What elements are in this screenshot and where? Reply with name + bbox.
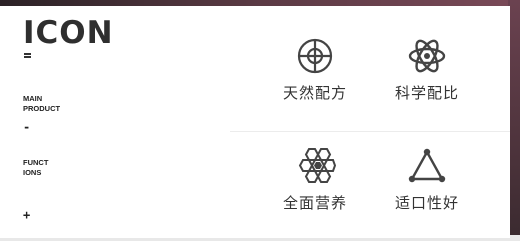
target-crosshair-icon — [297, 38, 333, 74]
sidebar-label-line2: IONS — [23, 168, 42, 177]
feature-palatability: 适口性好 — [367, 146, 487, 213]
feature-label: 天然配方 — [282, 84, 347, 102]
logo-underline — [24, 53, 31, 55]
brand-logo: ICON — [23, 15, 114, 51]
sidebar-section-main-product[interactable]: MAIN PRODUCT — [23, 94, 60, 114]
triangle-nodes-icon — [408, 148, 446, 183]
product-card: ICON MAIN PRODUCT - FUNCT IONS + 天然配方 科学… — [0, 6, 510, 238]
sidebar-section-functions[interactable]: FUNCT IONS — [23, 158, 48, 178]
feature-scientific-ratio: 科学配比 — [367, 36, 487, 103]
hexagon-cluster-icon — [298, 148, 336, 183]
logo-underline-2 — [24, 56, 31, 58]
collapse-toggle-main-product[interactable]: - — [23, 121, 30, 133]
feature-natural-formula: 天然配方 — [255, 36, 375, 103]
sidebar-label-line2: PRODUCT — [23, 104, 61, 113]
sidebar-label-line1: FUNCT — [23, 158, 49, 167]
feature-complete-nutrition: 全面营养 — [255, 146, 375, 213]
atom-icon — [408, 39, 446, 73]
feature-label: 适口性好 — [394, 194, 459, 212]
feature-label: 全面营养 — [282, 194, 347, 212]
expand-toggle-functions[interactable]: + — [23, 209, 30, 221]
feature-label: 科学配比 — [394, 84, 459, 102]
sidebar-label-line1: MAIN — [23, 94, 43, 103]
section-divider — [230, 131, 510, 132]
